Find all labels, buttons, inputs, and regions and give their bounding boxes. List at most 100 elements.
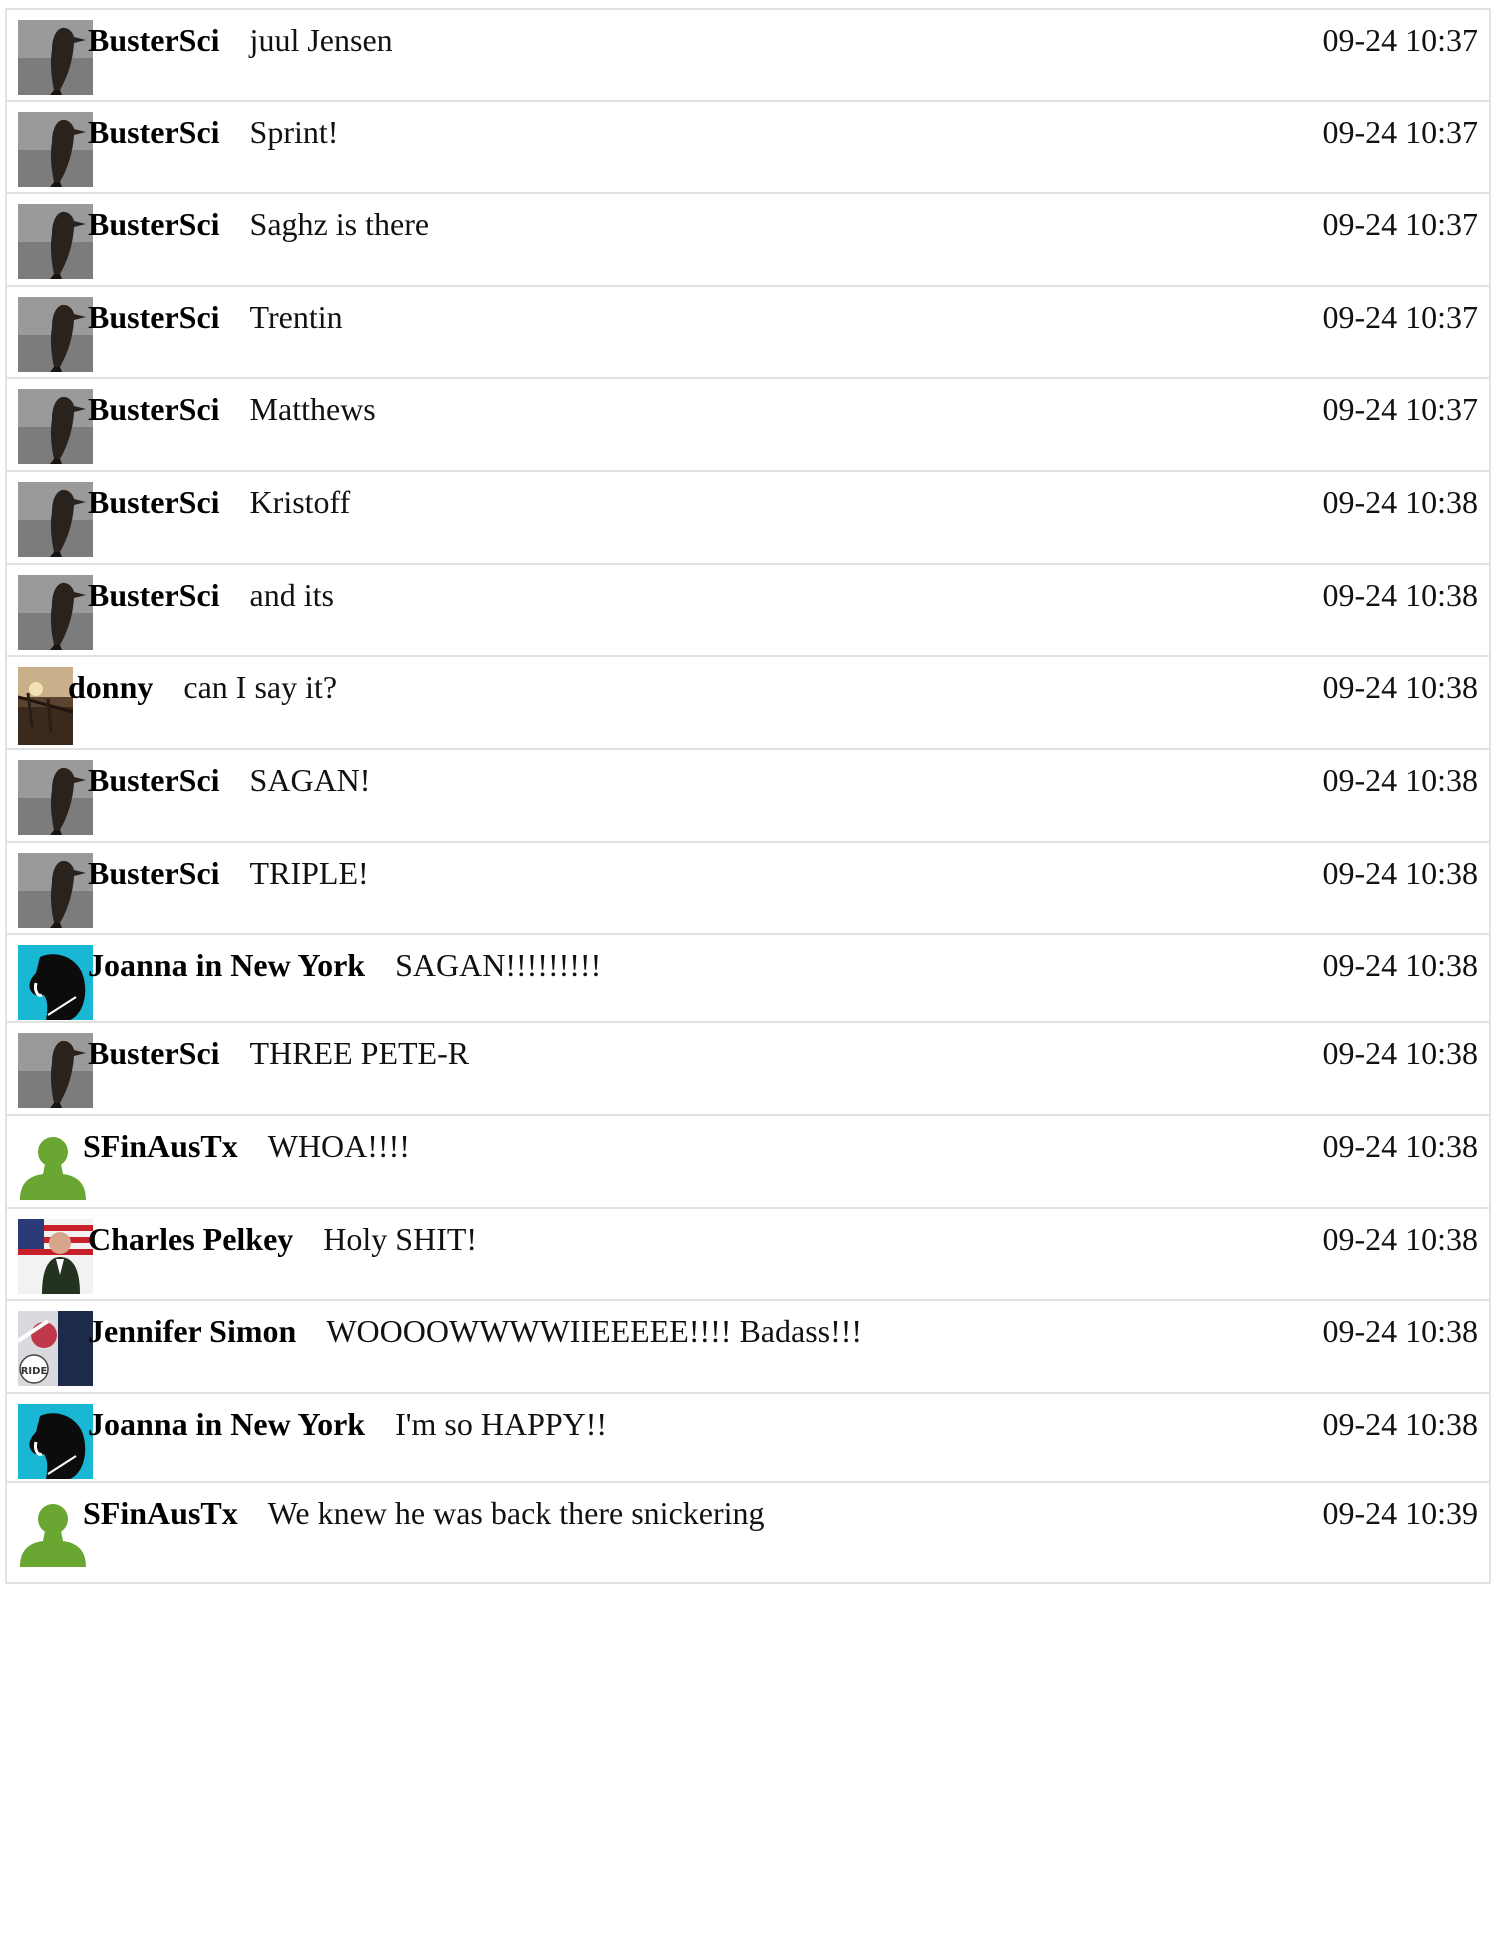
comment-body: BusterSci Sprint! [88,112,338,152]
comment-row: BusterSci Trentin 09-24 10:37 [5,285,1491,388]
comment-author[interactable]: Jennifer Simon [88,1313,296,1349]
comment-body: Charles Pelkey Holy SHIT! [88,1219,477,1259]
penguin-avatar[interactable] [18,1033,93,1108]
comment-timestamp: 09-24 10:38 [1322,1406,1478,1442]
penguin-avatar[interactable] [18,112,93,187]
comment-author[interactable]: BusterSci [88,1035,220,1071]
comment-timestamp: 09-24 10:39 [1322,1495,1478,1531]
comment-row: SFinAusTx WHOA!!!! 09-24 10:38 [5,1114,1491,1217]
comment-text: Matthews [249,391,376,427]
comment-text: TRIPLE! [249,855,369,891]
comment-text: SAGAN! [249,762,371,798]
comment-text: Trentin [249,299,343,335]
comment-text: Kristoff [249,484,351,520]
comment-author[interactable]: donny [68,669,153,705]
comment-text: SAGAN!!!!!!!!! [395,947,602,983]
comment-timestamp: 09-24 10:38 [1322,484,1478,520]
comment-timestamp: 09-24 10:37 [1322,391,1478,427]
comment-author[interactable]: Charles Pelkey [88,1221,293,1257]
comment-row: donny can I say it? 09-24 10:38 [5,655,1491,758]
flag-portrait-avatar[interactable] [18,1219,93,1294]
comment-text: WOOOOWWWWIIEEEEE!!!! Badass!!! [326,1313,863,1349]
comment-author[interactable]: BusterSci [88,114,220,150]
penguin-avatar[interactable] [18,297,93,372]
penguin-avatar[interactable] [18,853,93,928]
svg-text:RIDE: RIDE [21,1366,48,1377]
comment-author[interactable]: SFinAusTx [83,1128,238,1164]
comment-text: Saghz is there [249,206,430,242]
comment-row: BusterSci TRIPLE! 09-24 10:38 [5,841,1491,944]
landscape-avatar[interactable] [18,667,73,745]
comment-body: Joanna in New York I'm so HAPPY!! [88,1404,607,1444]
penguin-avatar[interactable] [18,204,93,279]
comment-body: SFinAusTx We knew he was back there snick… [83,1493,765,1533]
comment-text: WHOA!!!! [267,1128,410,1164]
comment-body: BusterSci THREE PETE-R [88,1033,469,1073]
comment-timestamp: 09-24 10:37 [1322,22,1478,58]
default-user-avatar[interactable] [18,1130,88,1200]
comment-row: Charles Pelkey Holy SHIT! 09-24 10:38 [5,1207,1491,1310]
comment-author[interactable]: BusterSci [88,484,220,520]
comment-row: RIDE Jennifer Simon WOOOOWWWWIIEEEEE!!!! … [5,1299,1491,1402]
comment-text: and its [249,577,334,613]
penguin-avatar[interactable] [18,482,93,557]
comment-row: Joanna in New York I'm so HAPPY!! 09-24 1… [5,1392,1491,1495]
horse-avatar[interactable] [18,945,93,1020]
comment-author[interactable]: SFinAusTx [83,1495,238,1531]
comment-author[interactable]: Joanna in New York [88,1406,365,1442]
comment-text: can I say it? [183,669,338,705]
comment-timestamp: 09-24 10:38 [1322,669,1478,705]
default-user-avatar[interactable] [18,1497,88,1567]
comment-body: BusterSci and its [88,575,334,615]
comment-row: BusterSci SAGAN! 09-24 10:38 [5,748,1491,851]
comment-author[interactable]: BusterSci [88,22,220,58]
comment-timestamp: 09-24 10:38 [1322,1035,1478,1071]
horse-avatar[interactable] [18,1404,93,1479]
comment-text: Sprint! [249,114,339,150]
comment-row: BusterSci Saghz is there 09-24 10:37 [5,192,1491,295]
comment-author[interactable]: BusterSci [88,391,220,427]
comment-row: BusterSci and its 09-24 10:38 [5,563,1491,666]
comment-text: We knew he was back there snickering [267,1495,765,1531]
comment-timestamp: 09-24 10:38 [1322,1221,1478,1257]
penguin-avatar[interactable] [18,760,93,835]
comment-timestamp: 09-24 10:38 [1322,762,1478,798]
comment-author[interactable]: BusterSci [88,577,220,613]
comment-body: BusterSci Matthews [88,389,376,429]
ride-avatar[interactable]: RIDE [18,1311,93,1386]
comment-row: SFinAusTx We knew he was back there snick… [5,1481,1491,1584]
comment-timestamp: 09-24 10:38 [1322,1313,1478,1349]
comment-timestamp: 09-24 10:38 [1322,1128,1478,1164]
comment-body: donny can I say it? [68,667,337,707]
comment-row: BusterSci Kristoff 09-24 10:38 [5,470,1491,573]
penguin-avatar[interactable] [18,389,93,464]
comment-body: BusterSci TRIPLE! [88,853,369,893]
penguin-avatar[interactable] [18,575,93,650]
comment-author[interactable]: BusterSci [88,762,220,798]
comment-author[interactable]: BusterSci [88,855,220,891]
comment-author[interactable]: BusterSci [88,206,220,242]
comment-author[interactable]: Joanna in New York [88,947,365,983]
comment-timestamp: 09-24 10:37 [1322,114,1478,150]
comment-body: BusterSci Kristoff [88,482,350,522]
comment-row: BusterSci juul Jensen 09-24 10:37 [5,8,1491,111]
comment-body: BusterSci Trentin [88,297,343,337]
comment-body: BusterSci Saghz is there [88,204,429,244]
comment-body: Jennifer Simon WOOOOWWWWIIEEEEE!!!! Badas… [88,1311,862,1351]
comment-row: BusterSci THREE PETE-R 09-24 10:38 [5,1021,1491,1124]
comment-text: juul Jensen [249,22,393,58]
comment-timestamp: 09-24 10:38 [1322,947,1478,983]
comment-row: BusterSci Sprint! 09-24 10:37 [5,100,1491,203]
comment-text: THREE PETE-R [249,1035,470,1071]
comment-timestamp: 09-24 10:38 [1322,855,1478,891]
comment-body: BusterSci juul Jensen [88,20,393,60]
comment-body: Joanna in New York SAGAN!!!!!!!!! [88,945,601,985]
comment-timestamp: 09-24 10:37 [1322,206,1478,242]
comment-text: Holy SHIT! [323,1221,478,1257]
comment-text: I'm so HAPPY!! [395,1406,608,1442]
comment-body: SFinAusTx WHOA!!!! [83,1126,410,1166]
penguin-avatar[interactable] [18,20,93,95]
comment-author[interactable]: BusterSci [88,299,220,335]
comment-body: BusterSci SAGAN! [88,760,370,800]
comment-timestamp: 09-24 10:37 [1322,299,1478,335]
